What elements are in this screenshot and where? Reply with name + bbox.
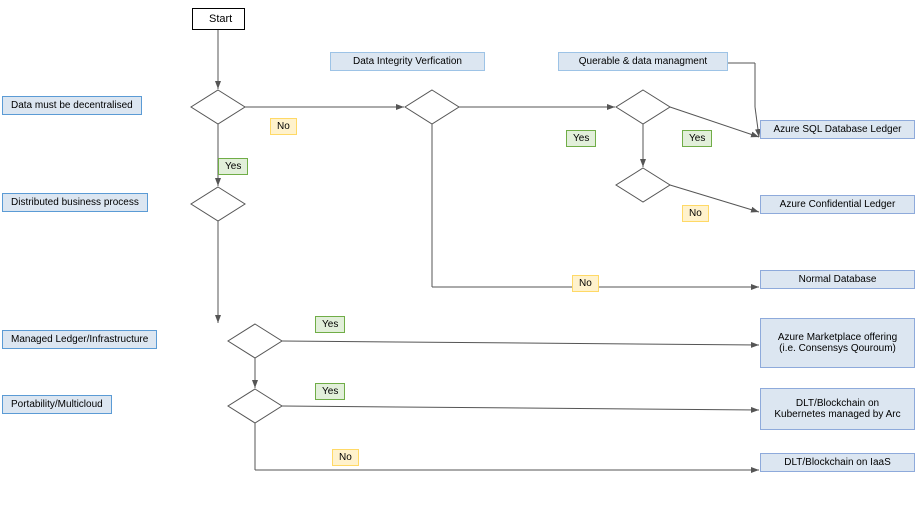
result-normal-db: Normal Database <box>760 270 915 289</box>
yes-badge-5: Yes <box>315 383 345 400</box>
diamond-managed <box>228 324 282 358</box>
diamond-portability <box>228 389 282 423</box>
flowchart-diagram: Start Data Integrity Verfication Querabl… <box>0 0 921 511</box>
yes-badge-3: Yes <box>682 130 712 147</box>
diamond-data-integrity <box>405 90 459 124</box>
header-data-integrity: Data Integrity Verfication <box>330 52 485 71</box>
start-label: Start <box>209 13 232 25</box>
label-decentralised: Data must be decentralised <box>2 96 142 115</box>
yes-badge-2: Yes <box>566 130 596 147</box>
result-azure-sql: Azure SQL Database Ledger <box>760 120 915 139</box>
result-marketplace: Azure Marketplace offering (i.e. Consens… <box>760 318 915 368</box>
arrow-d7-kubernetes <box>282 406 759 410</box>
no-badge-2: No <box>682 205 709 222</box>
label-distributed: Distributed business process <box>2 193 148 212</box>
arrow-to-sql-box <box>755 107 759 137</box>
diamond-decentralised <box>191 90 245 124</box>
diamond-querable-sub <box>616 168 670 202</box>
header-querable: Querable & data managment <box>558 52 728 71</box>
yes-badge-4: Yes <box>315 316 345 333</box>
no-badge-4: No <box>332 449 359 466</box>
diamond-distributed <box>191 187 245 221</box>
diamond-querable <box>616 90 670 124</box>
result-azure-confidential: Azure Confidential Ledger <box>760 195 915 214</box>
label-portability: Portability/Multicloud <box>2 395 112 414</box>
result-iaas: DLT/Blockchain on IaaS <box>760 453 915 472</box>
result-kubernetes: DLT/Blockchain on Kubernetes managed by … <box>760 388 915 430</box>
arrow-d6-marketplace <box>282 341 759 345</box>
no-badge-1: No <box>270 118 297 135</box>
label-managed: Managed Ledger/Infrastructure <box>2 330 157 349</box>
yes-badge-1: Yes <box>218 158 248 175</box>
no-badge-3: No <box>572 275 599 292</box>
start-box: Start <box>192 8 245 30</box>
